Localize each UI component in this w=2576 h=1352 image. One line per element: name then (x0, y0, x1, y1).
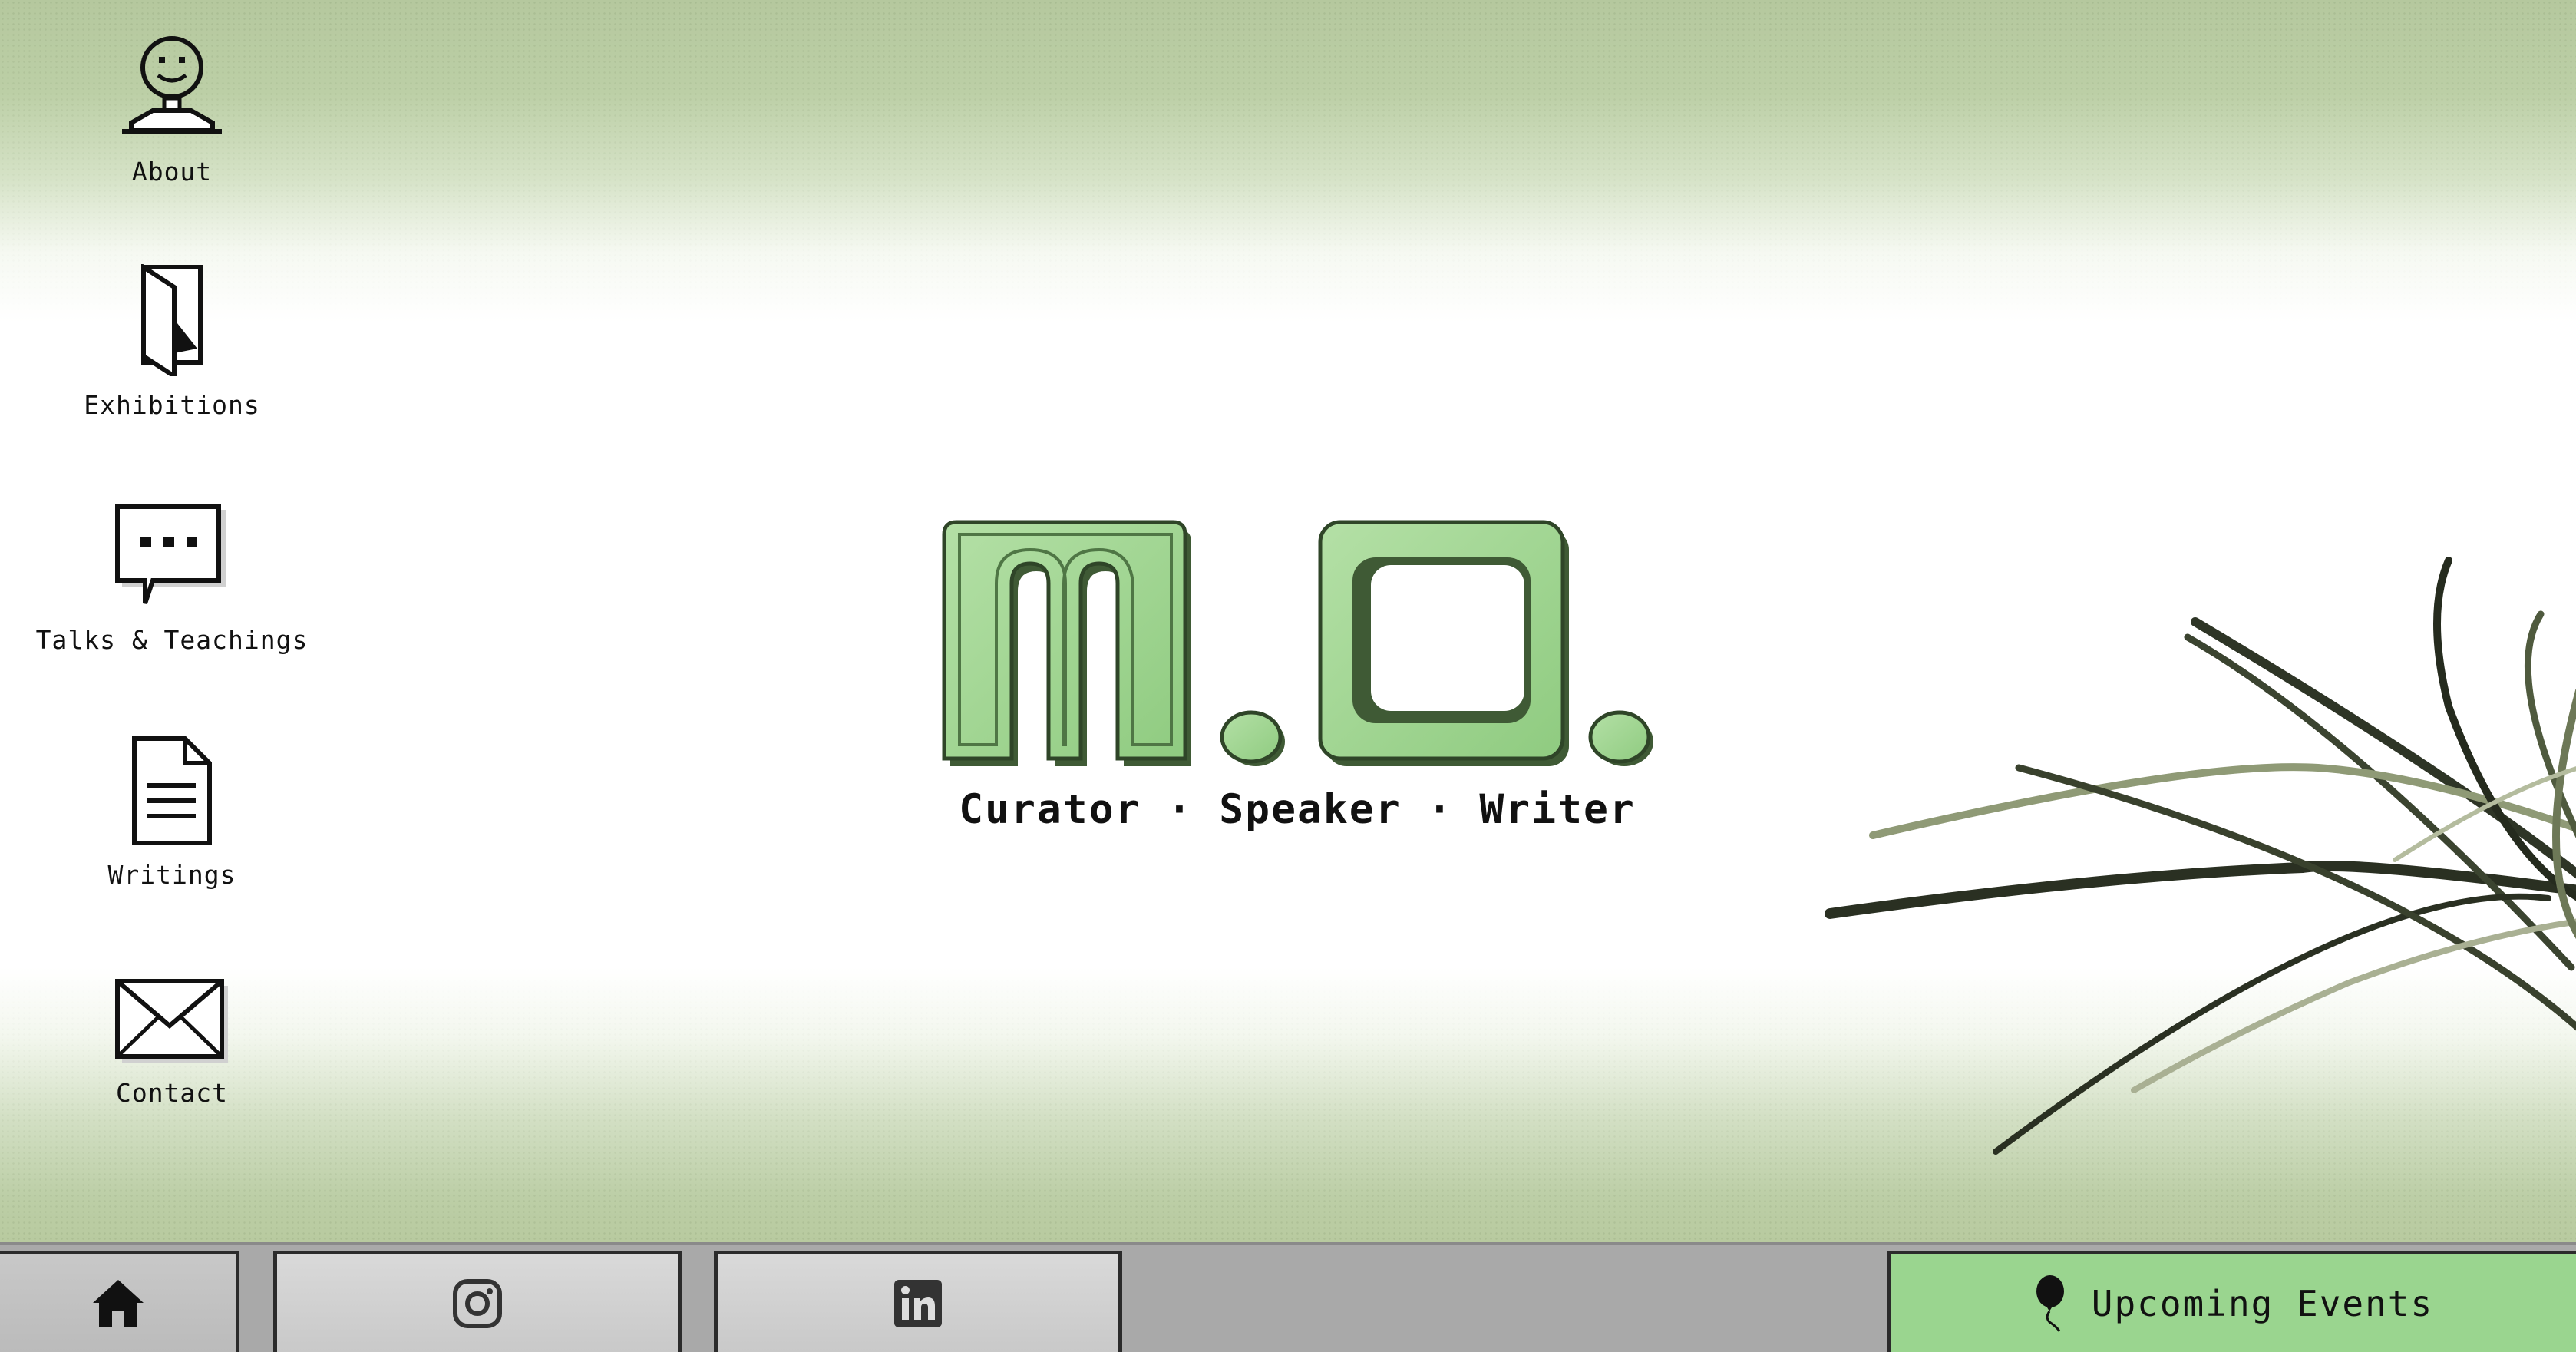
upcoming-events-button[interactable]: Upcoming Events (1887, 1251, 2576, 1352)
desktop-icon-contact[interactable]: Contact (18, 949, 325, 1108)
speech-bubble-icon (114, 496, 230, 611)
desktop-icon-label: Talks & Teachings (35, 625, 309, 655)
door-icon (137, 261, 206, 376)
smiley-person-icon (114, 28, 230, 143)
desktop-icon-talks[interactable]: Talks & Teachings (18, 496, 325, 655)
desktop-icon-about[interactable]: About (18, 28, 325, 187)
home-icon (92, 1279, 144, 1327)
instagram-button[interactable] (273, 1251, 682, 1352)
desktop-icon-writings[interactable]: Writings (18, 731, 325, 890)
desktop-icon-label: Exhibitions (84, 390, 260, 420)
balloon-icon (2036, 1274, 2064, 1332)
linkedin-button[interactable] (714, 1251, 1122, 1352)
home-button[interactable] (0, 1251, 239, 1352)
envelope-icon (114, 949, 230, 1064)
desktop-icon-label: Writings (107, 860, 236, 890)
logo-mo (942, 520, 1653, 766)
tagline: Curator · Speaker · Writer (959, 786, 1636, 833)
document-icon (130, 731, 214, 846)
taskbar: Upcoming Events (0, 1242, 2576, 1352)
plant-decoration (1825, 557, 2576, 1155)
desktop-icon-exhibitions[interactable]: Exhibitions (18, 261, 325, 420)
linkedin-icon (894, 1279, 942, 1327)
desktop-icon-label: Contact (115, 1078, 229, 1108)
desktop-icon-label: About (131, 157, 213, 187)
upcoming-events-label: Upcoming Events (2091, 1282, 2434, 1324)
hero: Curator · Speaker · Writer (921, 514, 1673, 833)
instagram-icon (453, 1278, 502, 1328)
